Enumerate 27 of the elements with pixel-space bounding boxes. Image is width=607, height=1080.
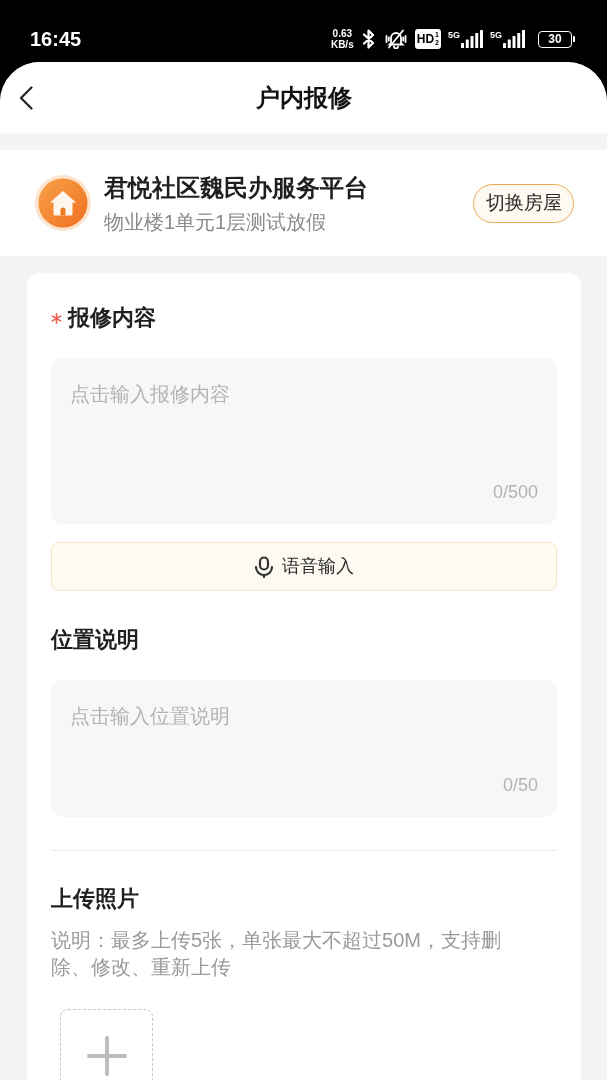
character-counter: 0/500 xyxy=(492,481,538,504)
upload-instructions: 说明：最多上传5张，单张最大不超过50M，支持删除、修改、重新上传 xyxy=(51,928,503,980)
voice-input-button[interactable]: 语音输入 xyxy=(51,542,557,591)
field-label: 报修内容 xyxy=(68,304,156,332)
house-address: 物业楼1单元1层测试放假 xyxy=(104,209,328,235)
field-label: 位置说明 xyxy=(51,626,139,654)
status-time: 16:45 xyxy=(30,27,82,52)
muted-bell-icon xyxy=(383,29,408,49)
network-speed-unit: KB/s xyxy=(330,39,354,50)
page-title: 户内报修 xyxy=(255,82,352,113)
add-photo-tile[interactable] xyxy=(60,1009,153,1080)
community-name: 君悦社区魏民办服务平台 xyxy=(104,172,369,203)
signal-bars-icon xyxy=(503,30,525,48)
network-speed-value: 0.63 xyxy=(332,28,353,39)
house-icon xyxy=(35,175,91,231)
battery-indicator: 30 xyxy=(538,30,575,48)
hd-label: HD xyxy=(416,33,435,45)
back-icon xyxy=(19,86,33,110)
character-counter: 0/50 xyxy=(502,774,538,797)
switch-house-button[interactable]: 切换房屋 xyxy=(473,183,574,223)
signal-bars-icon xyxy=(461,30,483,48)
microphone-icon xyxy=(254,555,274,578)
section-title: 上传照片 xyxy=(51,885,140,913)
network-type-label: 5G xyxy=(447,30,460,40)
bluetooth-icon xyxy=(360,29,377,49)
plus-icon xyxy=(86,1035,127,1076)
network-type-label: 5G xyxy=(490,30,502,40)
